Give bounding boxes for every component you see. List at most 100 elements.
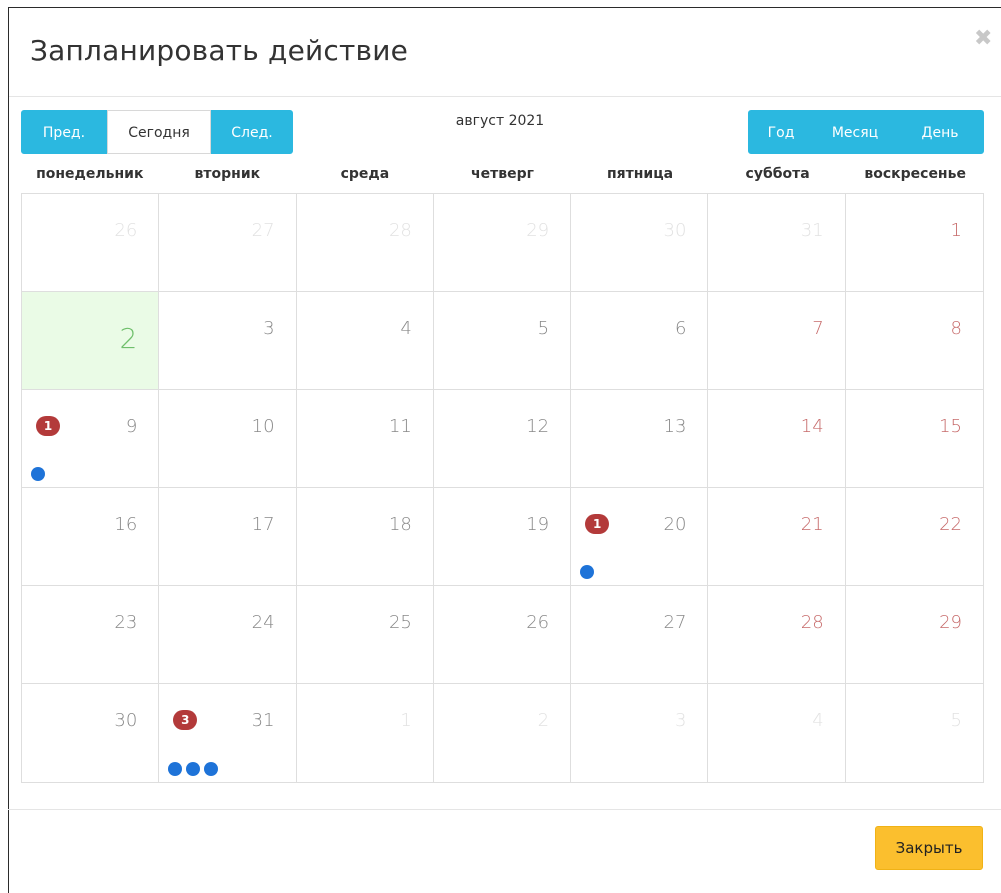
close-icon[interactable]: ✖ — [974, 28, 992, 50]
month-title: август 2021 — [455, 113, 545, 129]
day-number: 2 — [119, 322, 138, 355]
event-dot-icon[interactable] — [31, 467, 45, 481]
modal-header: Запланировать действие ✖ — [9, 8, 1001, 97]
calendar-nav-group: Пред. Сегодня След. — [21, 110, 293, 154]
calendar-day[interactable]: 3 — [159, 292, 297, 389]
calendar-day[interactable]: 29 — [846, 586, 983, 683]
calendar-day[interactable]: 11 — [297, 390, 434, 487]
weekday-label: понедельник — [36, 166, 144, 182]
day-number: 31 — [800, 220, 824, 241]
calendar-week: 2 3 4 5 6 7 8 — [22, 292, 983, 390]
calendar-day[interactable]: 6 — [571, 292, 709, 389]
calendar-day[interactable]: 18 — [297, 488, 434, 585]
calendar-day[interactable]: 12 — [434, 390, 572, 487]
day-number: 7 — [812, 318, 824, 339]
calendar-day[interactable]: 4 — [297, 292, 434, 389]
calendar-day[interactable]: 1 — [846, 194, 983, 291]
event-dots — [31, 467, 45, 481]
calendar-day[interactable]: 26 — [434, 586, 572, 683]
event-count-badge[interactable]: 1 — [36, 416, 60, 436]
weekday-label: воскресенье — [864, 166, 966, 182]
calendar-day[interactable]: 21 — [708, 488, 846, 585]
day-number: 21 — [800, 514, 824, 535]
modal-footer — [8, 809, 1001, 893]
calendar-week: 30 3 31 1 2 3 4 5 — [22, 684, 983, 782]
calendar-day[interactable]: 10 — [159, 390, 297, 487]
calendar-day[interactable]: 23 — [22, 586, 160, 683]
calendar-day[interactable]: 31 — [708, 194, 846, 291]
calendar-day[interactable]: 1 9 — [22, 390, 160, 487]
day-number: 12 — [526, 416, 550, 437]
day-number: 4 — [812, 710, 824, 731]
calendar-day-today[interactable]: 2 — [22, 292, 160, 389]
day-number: 3 — [263, 318, 275, 339]
prev-button[interactable]: Пред. — [21, 110, 107, 154]
event-count-badge[interactable]: 3 — [173, 710, 198, 730]
day-number: 4 — [400, 318, 412, 339]
modal-title: Запланировать действие — [30, 34, 409, 67]
calendar-day[interactable]: 4 — [708, 684, 846, 782]
day-number: 26 — [114, 220, 138, 241]
day-number: 18 — [388, 514, 412, 535]
calendar-day[interactable]: 1 — [297, 684, 434, 782]
calendar-day[interactable]: 25 — [297, 586, 434, 683]
calendar-day[interactable]: 7 — [708, 292, 846, 389]
day-number: 1 — [950, 220, 962, 241]
weekday-label: пятница — [606, 166, 674, 182]
month-view-button[interactable]: Месяц — [814, 110, 896, 154]
calendar-grid: 26 27 28 29 30 31 1 2 3 4 5 6 7 8 1 9 10… — [21, 193, 984, 783]
calendar-day[interactable]: 19 — [434, 488, 572, 585]
day-number: 23 — [114, 612, 138, 633]
calendar-day[interactable]: 3 — [571, 684, 709, 782]
day-number: 20 — [663, 514, 687, 535]
year-view-button[interactable]: Год — [748, 110, 814, 154]
day-number: 8 — [950, 318, 962, 339]
event-dot-icon[interactable] — [168, 762, 183, 776]
event-dot-icon[interactable] — [186, 762, 201, 776]
calendar-day[interactable]: 30 — [22, 684, 160, 782]
calendar-day[interactable]: 22 — [846, 488, 983, 585]
day-number: 27 — [663, 612, 687, 633]
weekday-label: вторник — [194, 166, 261, 182]
calendar-week: 16 17 18 19 1 20 21 22 — [22, 488, 983, 586]
calendar-day[interactable]: 8 — [846, 292, 983, 389]
day-number: 29 — [526, 220, 550, 241]
calendar-day[interactable]: 24 — [159, 586, 297, 683]
calendar-day[interactable]: 30 — [571, 194, 709, 291]
day-number: 11 — [388, 416, 412, 437]
calendar-day[interactable]: 17 — [159, 488, 297, 585]
day-number: 19 — [526, 514, 550, 535]
today-button[interactable]: Сегодня — [107, 110, 211, 154]
calendar-week: 23 24 25 26 27 28 29 — [22, 586, 983, 684]
day-number: 5 — [950, 710, 962, 731]
calendar-day[interactable]: 27 — [159, 194, 297, 291]
event-dot-icon[interactable] — [580, 565, 595, 579]
next-button[interactable]: След. — [211, 110, 293, 154]
close-button[interactable]: Закрыть — [875, 826, 983, 870]
calendar-day[interactable]: 2 — [434, 684, 572, 782]
day-view-button[interactable]: День — [896, 110, 984, 154]
weekday-label: среда — [340, 166, 390, 182]
calendar-day[interactable]: 15 — [846, 390, 983, 487]
calendar-day[interactable]: 5 — [434, 292, 572, 389]
day-number: 31 — [251, 710, 275, 731]
calendar-day[interactable]: 3 31 — [159, 684, 297, 782]
day-number: 14 — [800, 416, 824, 437]
day-number: 6 — [674, 318, 687, 339]
event-dot-icon[interactable] — [204, 762, 219, 776]
calendar-day[interactable]: 14 — [708, 390, 846, 487]
day-number: 5 — [537, 318, 550, 339]
calendar-day[interactable]: 27 — [571, 586, 709, 683]
calendar-day[interactable]: 29 — [434, 194, 572, 291]
calendar-day[interactable]: 28 — [297, 194, 434, 291]
calendar-day[interactable]: 26 — [22, 194, 160, 291]
event-count-badge[interactable]: 1 — [585, 514, 610, 534]
day-number: 28 — [388, 220, 412, 241]
calendar-day[interactable]: 13 — [571, 390, 709, 487]
day-number: 17 — [251, 514, 275, 535]
calendar-day[interactable]: 16 — [22, 488, 160, 585]
calendar-day[interactable]: 1 20 — [571, 488, 709, 585]
calendar-day[interactable]: 28 — [708, 586, 846, 683]
day-number: 24 — [251, 612, 275, 633]
calendar-day[interactable]: 5 — [846, 684, 983, 782]
